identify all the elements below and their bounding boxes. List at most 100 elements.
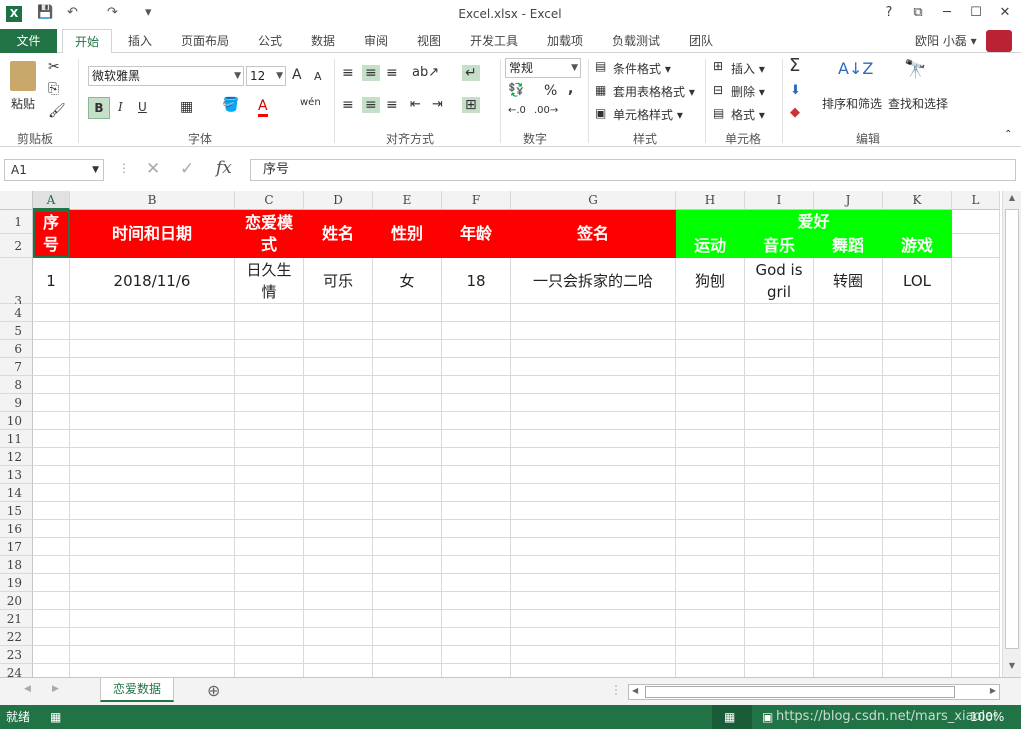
row-header-19[interactable]: 19 xyxy=(0,574,33,592)
empty-cell[interactable] xyxy=(442,304,511,322)
empty-cell[interactable] xyxy=(676,448,745,466)
empty-cell[interactable] xyxy=(304,376,373,394)
empty-cell[interactable] xyxy=(814,664,883,677)
empty-cell[interactable] xyxy=(883,322,952,340)
empty-cell[interactable] xyxy=(952,466,1000,484)
empty-cell[interactable] xyxy=(373,628,442,646)
empty-cell[interactable] xyxy=(373,664,442,677)
empty-cell[interactable] xyxy=(235,556,304,574)
row-header-2[interactable]: 2 xyxy=(0,234,33,258)
cell-l2[interactable] xyxy=(952,234,1000,258)
grow-font-icon[interactable]: A xyxy=(292,67,302,83)
empty-cell[interactable] xyxy=(676,538,745,556)
help-button[interactable]: ? xyxy=(878,5,900,20)
cell-i3-music[interactable]: God is gril xyxy=(745,258,814,304)
empty-cell[interactable] xyxy=(442,592,511,610)
empty-cell[interactable] xyxy=(676,556,745,574)
maximize-button[interactable]: ☐ xyxy=(965,5,987,20)
tab-addins[interactable]: 加载项 xyxy=(541,29,589,53)
empty-cell[interactable] xyxy=(33,646,70,664)
empty-cell[interactable] xyxy=(235,610,304,628)
empty-cell[interactable] xyxy=(235,466,304,484)
empty-cell[interactable] xyxy=(511,610,676,628)
undo-icon[interactable]: ↶ xyxy=(67,5,78,20)
empty-cell[interactable] xyxy=(814,646,883,664)
empty-cell[interactable] xyxy=(952,448,1000,466)
empty-cell[interactable] xyxy=(70,358,235,376)
decrease-indent-icon[interactable]: ⇤ xyxy=(410,97,421,112)
empty-cell[interactable] xyxy=(304,358,373,376)
cell-c3-mode[interactable]: 日久生情 xyxy=(235,258,304,304)
empty-cell[interactable] xyxy=(442,538,511,556)
macro-record-icon[interactable]: ▦ xyxy=(50,705,61,729)
empty-cell[interactable] xyxy=(814,448,883,466)
minimize-button[interactable]: ─ xyxy=(936,5,958,20)
empty-cell[interactable] xyxy=(511,394,676,412)
empty-cell[interactable] xyxy=(373,592,442,610)
conditional-format-button[interactable]: 条件格式 ▾ xyxy=(613,60,671,77)
empty-cell[interactable] xyxy=(883,304,952,322)
cell-styles-icon[interactable]: ▣ xyxy=(595,106,606,120)
zoom-level[interactable]: 100% xyxy=(970,705,1004,729)
wrap-text-icon[interactable]: ↵ xyxy=(462,65,480,81)
empty-cell[interactable] xyxy=(304,466,373,484)
empty-cell[interactable] xyxy=(235,340,304,358)
empty-cell[interactable] xyxy=(814,322,883,340)
row-header-16[interactable]: 16 xyxy=(0,520,33,538)
empty-cell[interactable] xyxy=(745,574,814,592)
cell-j2-dance-header[interactable]: 舞蹈 xyxy=(814,234,883,258)
tab-file[interactable]: 文件 xyxy=(0,29,57,53)
empty-cell[interactable] xyxy=(883,628,952,646)
empty-cell[interactable] xyxy=(33,664,70,677)
empty-cell[interactable] xyxy=(373,466,442,484)
empty-cell[interactable] xyxy=(235,628,304,646)
empty-cell[interactable] xyxy=(304,664,373,677)
empty-cell[interactable] xyxy=(511,412,676,430)
empty-cell[interactable] xyxy=(373,574,442,592)
user-name[interactable]: 欧阳 小磊 ▾ xyxy=(915,29,977,53)
column-header-j[interactable]: J xyxy=(814,191,883,210)
align-center-icon[interactable]: ≡ xyxy=(362,97,380,113)
empty-cell[interactable] xyxy=(373,484,442,502)
empty-cell[interactable] xyxy=(745,538,814,556)
empty-cell[interactable] xyxy=(33,520,70,538)
empty-cell[interactable] xyxy=(952,322,1000,340)
row-header-12[interactable]: 12 xyxy=(0,448,33,466)
empty-cell[interactable] xyxy=(745,340,814,358)
empty-cell[interactable] xyxy=(70,628,235,646)
empty-cell[interactable] xyxy=(952,664,1000,677)
empty-cell[interactable] xyxy=(442,358,511,376)
decrease-decimal-icon[interactable]: .00→ xyxy=(534,105,558,116)
empty-cell[interactable] xyxy=(235,304,304,322)
empty-cell[interactable] xyxy=(373,430,442,448)
empty-cell[interactable] xyxy=(814,466,883,484)
empty-cell[interactable] xyxy=(883,430,952,448)
empty-cell[interactable] xyxy=(442,646,511,664)
insert-cells-button[interactable]: 插入 ▾ xyxy=(731,60,765,77)
empty-cell[interactable] xyxy=(952,646,1000,664)
name-box[interactable]: A1 ▼ xyxy=(4,159,104,181)
row-header-14[interactable]: 14 xyxy=(0,484,33,502)
cell-i2-music-header[interactable]: 音乐 xyxy=(745,234,814,258)
format-cells-icon[interactable]: ▤ xyxy=(713,106,724,120)
empty-cell[interactable] xyxy=(676,430,745,448)
empty-cell[interactable] xyxy=(33,430,70,448)
empty-cell[interactable] xyxy=(745,322,814,340)
empty-cell[interactable] xyxy=(442,664,511,677)
currency-icon[interactable]: 💱 xyxy=(508,83,524,98)
percent-button[interactable]: % xyxy=(544,83,557,99)
empty-cell[interactable] xyxy=(373,412,442,430)
paste-button[interactable]: 粘贴 xyxy=(11,95,35,112)
empty-cell[interactable] xyxy=(304,340,373,358)
empty-cell[interactable] xyxy=(952,430,1000,448)
underline-button[interactable]: U xyxy=(138,100,147,114)
empty-cell[interactable] xyxy=(883,484,952,502)
prev-sheet-icon[interactable]: ◀ xyxy=(24,684,31,694)
empty-cell[interactable] xyxy=(373,520,442,538)
empty-cell[interactable] xyxy=(511,430,676,448)
empty-cell[interactable] xyxy=(33,412,70,430)
empty-cell[interactable] xyxy=(373,610,442,628)
align-middle-icon[interactable]: ≡ xyxy=(362,65,380,81)
empty-cell[interactable] xyxy=(952,556,1000,574)
empty-cell[interactable] xyxy=(511,358,676,376)
